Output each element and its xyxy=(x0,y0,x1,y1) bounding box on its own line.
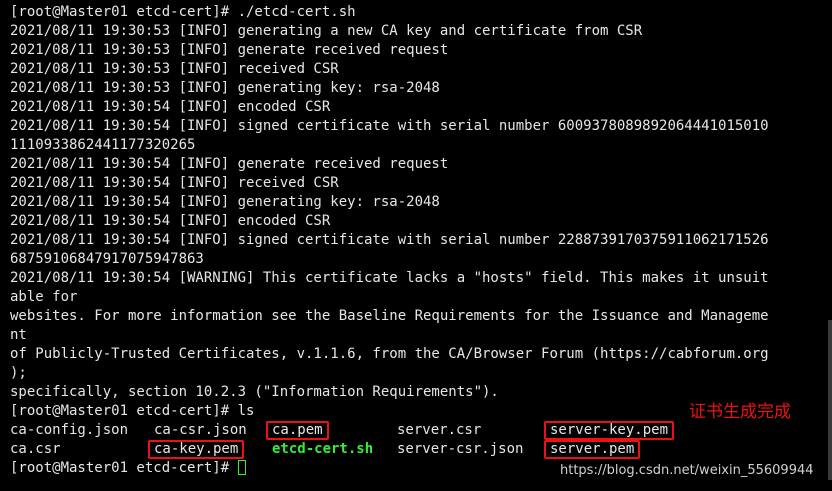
highlighted-file-name: server-key.pem xyxy=(544,421,675,440)
shell-prompt: [root@Master01 etcd-cert]# xyxy=(10,460,238,476)
terminal-line-warning: of Publicly-Trusted Certificates, v.1.1.… xyxy=(10,346,769,362)
terminal-line-warning: 2021/08/11 19:30:54 [WARNING] This certi… xyxy=(10,270,769,286)
terminal-line-warning: able for xyxy=(10,289,78,305)
terminal-line-log: 2021/08/11 19:30:54 [INFO] received CSR xyxy=(10,175,339,191)
terminal-line-log: 2021/08/11 19:30:53 [INFO] generating a … xyxy=(10,23,643,39)
terminal-line-log: 2021/08/11 19:30:54 [INFO] signed certif… xyxy=(10,118,769,134)
terminal-line-log: 2021/08/11 19:30:54 [INFO] generating ke… xyxy=(10,194,440,210)
file-name: ca-csr.json xyxy=(154,422,247,438)
terminal-line-warning: websites. For more information see the B… xyxy=(10,308,769,324)
file-name: server.csr xyxy=(397,422,482,438)
highlighted-file-name: server.pem xyxy=(544,440,641,459)
terminal-line-log: 2021/08/11 19:30:53 [INFO] generating ke… xyxy=(10,80,440,96)
terminal-line-log: 2021/08/11 19:30:54 [INFO] signed certif… xyxy=(10,232,769,248)
terminal-line-log: 2021/08/11 19:30:54 [INFO] encoded CSR xyxy=(10,213,331,229)
terminal-line-warning: nt xyxy=(10,327,27,343)
file-name: ca.csr xyxy=(10,441,61,457)
highlighted-file-name: ca-key.pem xyxy=(148,440,245,459)
terminal-line-log: 2021/08/11 19:30:53 [INFO] received CSR xyxy=(10,61,339,77)
ls-output-row: ca.csr ca-key.pem etcd-cert.sh server-cs… xyxy=(10,440,822,459)
red-highlight-box: ca.pem xyxy=(266,421,329,440)
red-highlight-box: ca-key.pem xyxy=(148,440,245,459)
red-highlight-box: server.pem xyxy=(544,440,641,459)
annotation-label: 证书生成完成 xyxy=(689,402,791,422)
terminal-line-log: 2021/08/11 19:30:54 [INFO] encoded CSR xyxy=(10,99,331,115)
file-name: server-csr.json xyxy=(397,441,524,457)
cursor-icon xyxy=(237,460,246,475)
file-name: ca-config.json xyxy=(10,422,129,438)
red-highlight-box: server-key.pem xyxy=(544,421,675,440)
terminal-line-warning: ); xyxy=(10,365,27,381)
highlighted-file-name: ca.pem xyxy=(266,421,329,440)
watermark-text: https://blog.csdn.net/weixin_55609944 xyxy=(560,463,814,478)
scrollbar[interactable] xyxy=(828,320,832,480)
terminal-line-log: 6875910684791707594786З xyxy=(10,251,204,267)
terminal-line-log: 1110933862441177320265 xyxy=(10,137,196,153)
terminal-line-command: [root@Master01 etcd-cert]# ./etcd-cert.s… xyxy=(10,4,356,20)
terminal-line-log: 2021/08/11 19:30:54 [INFO] generate rece… xyxy=(10,156,449,172)
ls-output-row: ca-config.json ca-csr.json ca.pem server… xyxy=(10,421,822,440)
executable-file-name: etcd-cert.sh xyxy=(272,441,374,457)
terminal-line-log: 2021/08/11 19:30:53 [INFO] generate rece… xyxy=(10,42,449,58)
